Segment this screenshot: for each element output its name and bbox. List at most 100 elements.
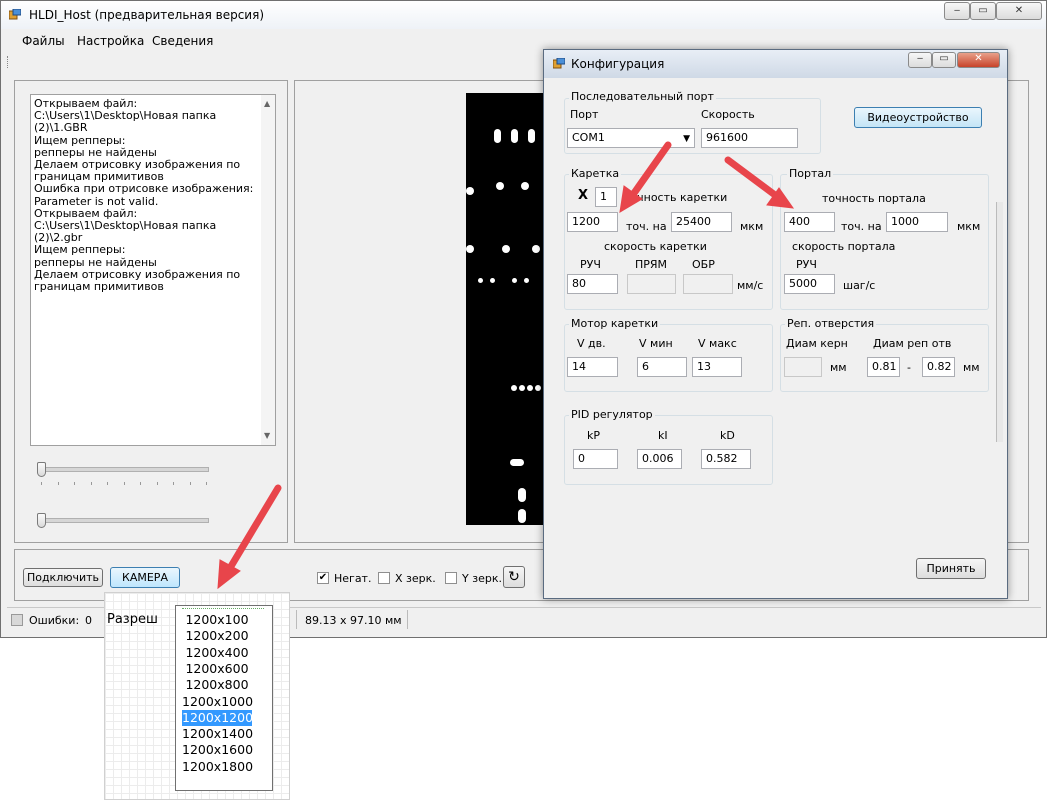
pcb-pad (519, 385, 525, 391)
list-separator (182, 608, 264, 609)
menu-settings[interactable]: Настройка (77, 34, 144, 48)
log-scrollbar[interactable]: ▲ ▼ (261, 95, 275, 445)
kp-input[interactable]: 0 (573, 449, 618, 469)
carriage-distance-input[interactable]: 25400 (671, 212, 732, 232)
scroll-down-icon[interactable]: ▼ (264, 430, 270, 442)
pcb-preview-image (466, 93, 546, 525)
carriage-x-input[interactable]: 1 (595, 187, 617, 207)
negative-checkbox[interactable]: ✔ (317, 572, 329, 584)
carriage-speed-label: скорость каретки (604, 240, 707, 253)
menu-info[interactable]: Сведения (152, 34, 213, 48)
pcb-pad (527, 385, 533, 391)
resolution-option[interactable]: 1200x100 (182, 612, 252, 628)
dialog-title-bar[interactable]: Конфигурация ‒ ▭ ✕ (544, 50, 1007, 78)
resolution-dropdown-list[interactable]: 1200x100 1200x200 1200x400 1200x600 1200x800… (175, 605, 273, 791)
app-icon (9, 9, 21, 20)
pcb-pad (535, 385, 541, 391)
resolution-option[interactable]: 1200x400 (182, 645, 252, 661)
errors-value: 0 (85, 614, 92, 627)
dialog-icon (553, 58, 565, 69)
slider-tick (123, 482, 125, 485)
log-output[interactable]: Открываем файл: C:\Users\1\Desktop\Новая… (30, 94, 276, 446)
resolution-option[interactable]: 1200x200 (182, 628, 252, 644)
close-button[interactable]: ✕ (996, 2, 1042, 20)
motor-group-title: Мотор каретки (569, 317, 661, 330)
hole-min-input[interactable]: 0.81 (867, 357, 900, 377)
v-min-input[interactable]: 6 (637, 357, 687, 377)
kp-label: kP (587, 429, 601, 442)
maximize-button[interactable]: ▭ (970, 2, 996, 20)
pid-group-title: PID регулятор (569, 408, 655, 421)
carriage-steps-input[interactable]: 1200 (567, 212, 618, 232)
status-separator (296, 610, 297, 629)
menu-bar: Файлы Настройка Сведения (1, 31, 1046, 51)
slider-2-track[interactable] (41, 518, 209, 523)
pcb-pad (466, 187, 474, 195)
holes-group-title: Реп. отверстия (785, 317, 877, 330)
pcb-pad (521, 182, 529, 190)
log-line: Ищем репперы: (34, 133, 126, 147)
slider-1-ticks (41, 482, 211, 486)
resolution-popup: Разреш 1200x100 1200x200 1200x400 1200x600 1… (104, 592, 290, 800)
resolution-label: Разреш (107, 612, 158, 627)
slider-tick (156, 482, 158, 485)
slider-tick (74, 482, 75, 485)
pcb-pad (512, 278, 517, 283)
slider-1-thumb[interactable] (37, 462, 46, 477)
resolution-option[interactable]: 1200x1800 (182, 759, 253, 775)
kd-input[interactable]: 0.582 (701, 449, 751, 469)
config-dialog: Конфигурация ‒ ▭ ✕ Последовательный порт… (543, 49, 1008, 599)
portal-steps-input[interactable]: 400 (784, 212, 835, 232)
resolution-option[interactable]: 1200x600 (182, 661, 252, 677)
status-separator (407, 610, 408, 629)
camera-button[interactable]: КАМЕРА (110, 567, 180, 588)
accept-button[interactable]: Принять (916, 558, 986, 579)
resolution-option[interactable]: 1200x800 (182, 677, 252, 693)
v-run-input[interactable]: 14 (567, 357, 618, 377)
refresh-icon[interactable]: ↻ (503, 566, 525, 588)
log-line: Открываем файл: C:\Users\1\Desktop\Новая… (34, 206, 217, 245)
chevron-down-icon[interactable]: ▼ (683, 132, 690, 146)
portal-accuracy-label: точность портала (822, 192, 926, 205)
pcb-pad (511, 129, 518, 143)
pcb-pad (502, 245, 510, 253)
y-mirror-checkbox[interactable] (445, 572, 457, 584)
scroll-up-icon[interactable]: ▲ (264, 98, 270, 110)
video-device-button[interactable]: Видеоустройство (854, 107, 982, 128)
resolution-option[interactable]: 1200x1200 (182, 709, 253, 726)
minimize-button[interactable]: ‒ (944, 2, 970, 20)
dialog-title: Конфигурация (571, 57, 665, 71)
log-line: Делаем отрисовку изображения по границам… (34, 267, 241, 294)
slider-tick (90, 482, 92, 485)
portal-speed-unit: шаг/с (843, 279, 876, 292)
slider-2-thumb[interactable] (37, 513, 46, 528)
slider-tick (189, 482, 191, 485)
x-mirror-checkbox[interactable] (378, 572, 390, 584)
hole-unit-label: мм (963, 361, 980, 374)
resolution-option[interactable]: 1200x1600 (182, 742, 253, 758)
dialog-minimize-button[interactable]: ‒ (908, 52, 932, 68)
slider-1-track[interactable] (41, 467, 209, 472)
pcb-pad (478, 278, 483, 283)
portal-manual-input[interactable]: 5000 (784, 274, 835, 294)
dialog-scrollbar[interactable] (996, 202, 1003, 442)
v-max-input[interactable]: 13 (692, 357, 742, 377)
hole-max-input[interactable]: 0.82 (922, 357, 955, 377)
pcb-pad (490, 278, 495, 283)
connect-button[interactable]: Подключить (23, 568, 103, 587)
range-dash: - (907, 361, 911, 374)
resolution-option[interactable]: 1200x1400 (182, 726, 253, 742)
port-select[interactable]: COM1 ▼ (567, 128, 695, 148)
dialog-close-button[interactable]: ✕ (957, 52, 1000, 68)
pcb-pad (510, 459, 524, 466)
menu-file[interactable]: Файлы (22, 34, 65, 48)
ki-input[interactable]: 0.006 (637, 449, 682, 469)
speed-input[interactable]: 961600 (701, 128, 798, 148)
carriage-manual-input[interactable]: 80 (567, 274, 618, 294)
y-mirror-label: Y зерк. (462, 572, 502, 585)
dialog-maximize-button[interactable]: ▭ (932, 52, 956, 68)
resolution-option[interactable]: 1200x1000 (182, 694, 253, 710)
title-bar[interactable]: HLDI_Host (предварительная версия) ‒ ▭ ✕ (1, 1, 1046, 29)
slider-tick (41, 482, 42, 485)
portal-distance-input[interactable]: 1000 (886, 212, 948, 232)
